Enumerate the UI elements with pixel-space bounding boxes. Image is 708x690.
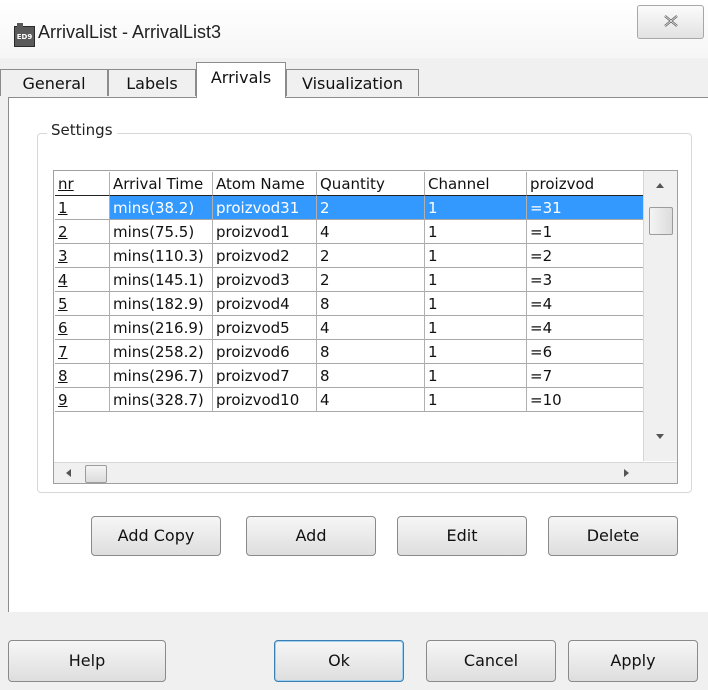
tab-labels[interactable]: Labels <box>108 69 196 96</box>
cell-nr[interactable]: 6 <box>55 316 110 340</box>
header-arrival-time[interactable]: Arrival Time <box>110 172 213 196</box>
cell-channel[interactable]: 1 <box>425 340 527 364</box>
cell-quantity[interactable]: 4 <box>317 316 425 340</box>
cell-proizvod[interactable]: =2 <box>527 244 643 268</box>
cell-nr[interactable]: 3 <box>55 244 110 268</box>
cell-arrival-time[interactable]: mins(216.9) <box>110 316 213 340</box>
help-button[interactable]: Help <box>8 640 166 682</box>
arrivals-grid: nr Arrival Time Atom Name Quantity Chann… <box>55 172 643 462</box>
cell-nr[interactable]: 2 <box>55 220 110 244</box>
cell-atom-name[interactable]: proizvod3 <box>213 268 317 292</box>
cell-channel[interactable]: 1 <box>425 364 527 388</box>
cell-quantity[interactable]: 8 <box>317 364 425 388</box>
cell-arrival-time[interactable]: mins(182.9) <box>110 292 213 316</box>
cell-quantity[interactable]: 2 <box>317 196 425 220</box>
cell-proizvod[interactable]: =31 <box>527 196 643 220</box>
cell-arrival-time[interactable]: mins(110.3) <box>110 244 213 268</box>
cancel-button[interactable]: Cancel <box>426 640 556 682</box>
arrivals-table[interactable]: nr Arrival Time Atom Name Quantity Chann… <box>53 170 678 484</box>
table-row[interactable]: 1 mins(38.2) proizvod31 2 1 =31 <box>55 196 643 220</box>
cell-arrival-time[interactable]: mins(75.5) <box>110 220 213 244</box>
cell-nr[interactable]: 1 <box>55 196 110 220</box>
cell-arrival-time[interactable]: mins(258.2) <box>110 340 213 364</box>
table-row[interactable]: 8 mins(296.7) proizvod7 8 1 =7 <box>55 364 643 388</box>
app-icon: ED9 <box>14 23 35 47</box>
close-icon <box>664 15 678 27</box>
cell-atom-name[interactable]: proizvod4 <box>213 292 317 316</box>
cell-quantity[interactable]: 2 <box>317 244 425 268</box>
cell-nr[interactable]: 9 <box>55 388 110 412</box>
delete-button[interactable]: Delete <box>548 516 678 556</box>
table-row[interactable]: 6 mins(216.9) proizvod5 4 1 =4 <box>55 316 643 340</box>
cell-proizvod[interactable]: =7 <box>527 364 643 388</box>
cell-nr[interactable]: 4 <box>55 268 110 292</box>
cell-quantity[interactable]: 8 <box>317 292 425 316</box>
tab-visualization[interactable]: Visualization <box>286 69 419 96</box>
title-bar: ED9 ArrivalList - ArrivalList3 <box>0 0 708 58</box>
scroll-right-arrow-icon[interactable] <box>624 469 629 477</box>
app-icon-label: ED9 <box>16 33 33 41</box>
edit-button[interactable]: Edit <box>397 516 527 556</box>
close-button[interactable] <box>637 5 704 39</box>
tab-general[interactable]: General <box>0 69 108 96</box>
table-row[interactable]: 2 mins(75.5) proizvod1 4 1 =1 <box>55 220 643 244</box>
cell-atom-name[interactable]: proizvod1 <box>213 220 317 244</box>
cell-quantity[interactable]: 2 <box>317 268 425 292</box>
cell-atom-name[interactable]: proizvod10 <box>213 388 317 412</box>
scroll-down-arrow-icon[interactable] <box>656 434 664 439</box>
cell-channel[interactable]: 1 <box>425 388 527 412</box>
cell-nr[interactable]: 7 <box>55 340 110 364</box>
cell-arrival-time[interactable]: mins(38.2) <box>110 196 213 220</box>
cell-channel[interactable]: 1 <box>425 220 527 244</box>
cell-atom-name[interactable]: proizvod31 <box>213 196 317 220</box>
cell-proizvod[interactable]: =1 <box>527 220 643 244</box>
scroll-up-arrow-icon[interactable] <box>656 183 664 188</box>
cell-atom-name[interactable]: proizvod5 <box>213 316 317 340</box>
table-row[interactable]: 7 mins(258.2) proizvod6 8 1 =6 <box>55 340 643 364</box>
cell-channel[interactable]: 1 <box>425 292 527 316</box>
table-row[interactable]: 5 mins(182.9) proizvod4 8 1 =4 <box>55 292 643 316</box>
horizontal-scroll-thumb[interactable] <box>85 465 107 483</box>
window-title: ArrivalList - ArrivalList3 <box>38 22 222 42</box>
cell-quantity[interactable]: 8 <box>317 340 425 364</box>
cell-proizvod[interactable]: =6 <box>527 340 643 364</box>
header-quantity[interactable]: Quantity <box>317 172 425 196</box>
header-nr[interactable]: nr <box>55 172 110 196</box>
cell-channel[interactable]: 1 <box>425 244 527 268</box>
table-row[interactable]: 4 mins(145.1) proizvod3 2 1 =3 <box>55 268 643 292</box>
apply-button[interactable]: Apply <box>568 640 698 682</box>
add-button[interactable]: Add <box>246 516 376 556</box>
table-header: nr Arrival Time Atom Name Quantity Chann… <box>55 172 643 196</box>
cell-proizvod[interactable]: =4 <box>527 292 643 316</box>
cell-arrival-time[interactable]: mins(328.7) <box>110 388 213 412</box>
ok-button[interactable]: Ok <box>274 640 404 682</box>
header-atom-name[interactable]: Atom Name <box>213 172 317 196</box>
cell-proizvod[interactable]: =4 <box>527 316 643 340</box>
cell-nr[interactable]: 8 <box>55 364 110 388</box>
table-row[interactable]: 3 mins(110.3) proizvod2 2 1 =2 <box>55 244 643 268</box>
header-channel[interactable]: Channel <box>425 172 527 196</box>
cell-atom-name[interactable]: proizvod2 <box>213 244 317 268</box>
cell-arrival-time[interactable]: mins(145.1) <box>110 268 213 292</box>
add-copy-button[interactable]: Add Copy <box>91 516 221 556</box>
cell-proizvod[interactable]: =10 <box>527 388 643 412</box>
cell-channel[interactable]: 1 <box>425 268 527 292</box>
scroll-left-arrow-icon[interactable] <box>66 469 71 477</box>
cell-channel[interactable]: 1 <box>425 196 527 220</box>
cell-proizvod[interactable]: =3 <box>527 268 643 292</box>
cell-atom-name[interactable]: proizvod6 <box>213 340 317 364</box>
cell-arrival-time[interactable]: mins(296.7) <box>110 364 213 388</box>
table-vertical-scrollbar[interactable] <box>643 171 677 461</box>
tab-arrivals[interactable]: Arrivals <box>196 62 286 98</box>
cell-channel[interactable]: 1 <box>425 316 527 340</box>
cell-atom-name[interactable]: proizvod7 <box>213 364 317 388</box>
settings-legend: Settings <box>47 121 117 139</box>
cell-quantity[interactable]: 4 <box>317 388 425 412</box>
vertical-scroll-thumb[interactable] <box>649 207 673 235</box>
cell-nr[interactable]: 5 <box>55 292 110 316</box>
cell-quantity[interactable]: 4 <box>317 220 425 244</box>
table-horizontal-scrollbar[interactable] <box>54 462 677 483</box>
table-row[interactable]: 9 mins(328.7) proizvod10 4 1 =10 <box>55 388 643 412</box>
header-proizvod[interactable]: proizvod <box>527 172 643 196</box>
